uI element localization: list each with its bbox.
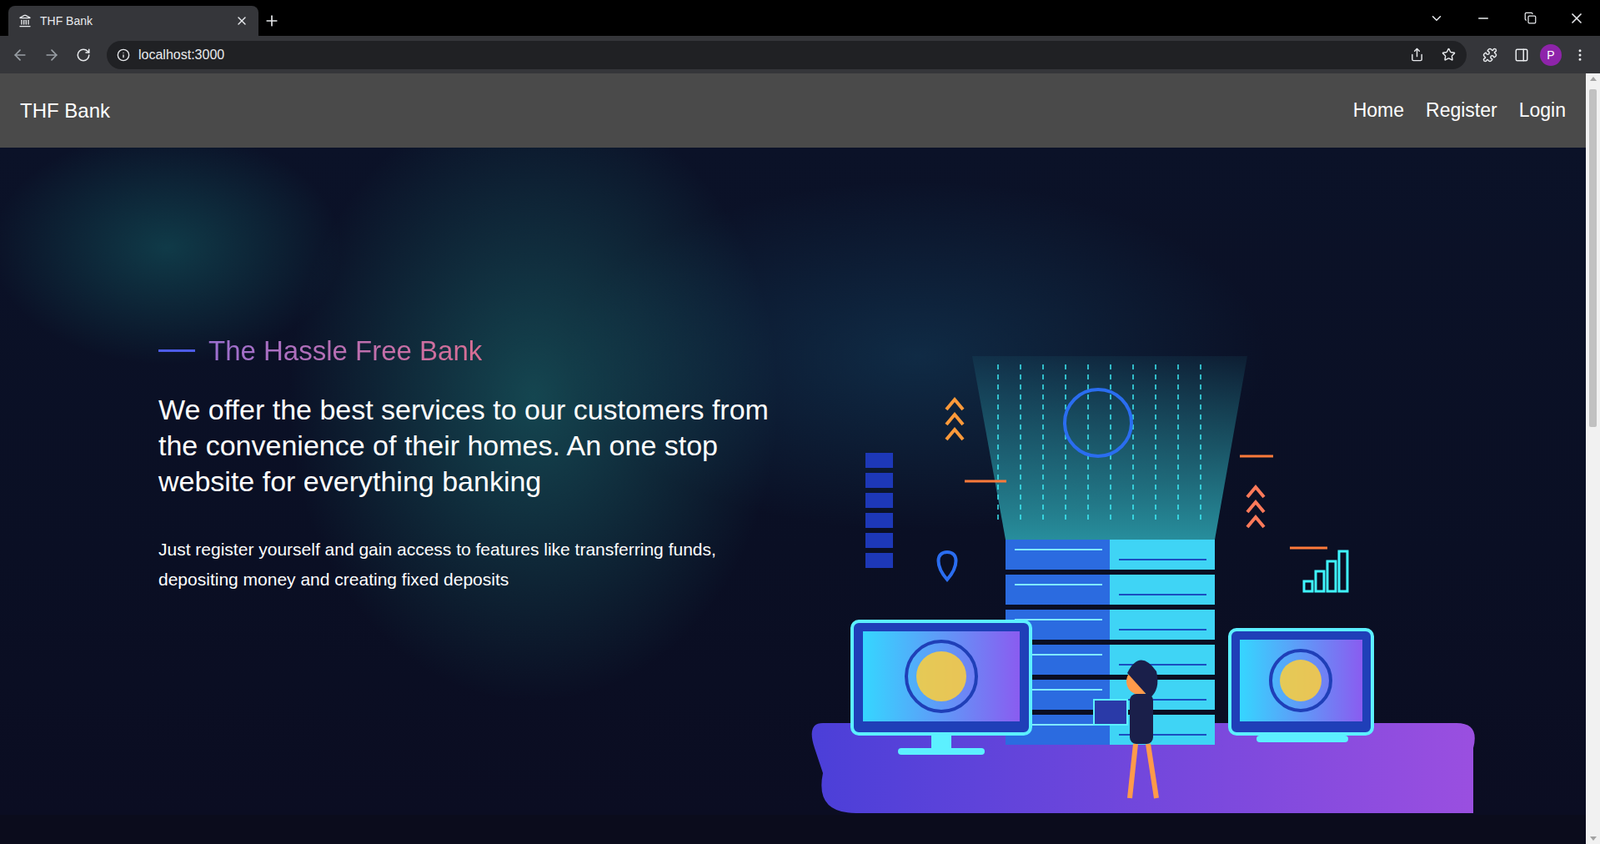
tagline-row: The Hassle Free Bank (158, 335, 784, 367)
bottom-strip (0, 814, 1586, 844)
navbar: THF Bank Home Register Login (0, 73, 1586, 148)
chevron-down-icon (1429, 10, 1445, 26)
tab-bar: THF Bank (0, 0, 1600, 36)
menu-button[interactable] (1566, 41, 1594, 69)
tagline-line (158, 349, 196, 352)
browser-window: THF Bank localhost:3000 P THF Bank Home Regis… (0, 0, 1600, 844)
forward-arrow-icon (43, 46, 61, 64)
hero-body: Just register yourself and gain access t… (158, 534, 784, 595)
bank-icon (18, 14, 32, 28)
scroll-track (1585, 84, 1600, 833)
tab-search-button[interactable] (1413, 0, 1460, 36)
scroll-down-icon[interactable] (1589, 836, 1597, 841)
brand[interactable]: THF Bank (20, 99, 111, 123)
banking-illustration (806, 356, 1480, 815)
share-icon (1409, 47, 1425, 62)
nav-links: Home Register Login (1353, 99, 1566, 122)
address-bar[interactable]: localhost:3000 (106, 40, 1467, 70)
tagline: The Hassle Free Bank (208, 335, 482, 367)
side-panel-button[interactable] (1508, 41, 1535, 69)
profile-avatar[interactable]: P (1539, 44, 1562, 66)
scrollbar[interactable] (1585, 73, 1600, 844)
scroll-thumb[interactable] (1589, 89, 1597, 427)
minimize-button[interactable] (1459, 0, 1507, 36)
window-controls (1413, 0, 1600, 36)
close-icon (1568, 10, 1585, 27)
tab-title: THF Bank (40, 14, 227, 28)
close-window-button[interactable] (1553, 0, 1600, 36)
star-icon (1441, 47, 1456, 62)
back-button[interactable] (6, 41, 34, 69)
restore-button[interactable] (1506, 0, 1554, 36)
address-row: localhost:3000 P (0, 35, 1600, 74)
hero-heading: We offer the best services to our custom… (158, 391, 784, 500)
restore-icon (1524, 11, 1537, 25)
nav-link[interactable]: Register (1425, 99, 1498, 122)
page: THF Bank Home Register Login The Hassle Free… (0, 73, 1600, 844)
share-button[interactable] (1404, 43, 1429, 67)
reload-button[interactable] (70, 41, 97, 69)
nav-link[interactable]: Home (1353, 99, 1405, 122)
page-content: THF Bank Home Register Login The Hassle Free… (0, 73, 1586, 844)
bookmark-button[interactable] (1436, 43, 1460, 67)
scroll-up-icon[interactable] (1589, 76, 1597, 81)
hero: The Hassle Free Bank We offer the best se… (0, 147, 1586, 815)
info-icon[interactable] (116, 48, 131, 62)
close-tab-icon[interactable] (235, 14, 249, 28)
browser-tab[interactable]: THF Bank (8, 5, 259, 36)
puzzle-icon (1482, 47, 1498, 63)
hero-text: The Hassle Free Bank We offer the best se… (0, 147, 801, 815)
plus-icon (263, 12, 281, 30)
url-text: localhost:3000 (138, 47, 1397, 63)
hero-art (800, 147, 1586, 815)
side-panel-icon (1514, 47, 1530, 63)
new-tab-button[interactable] (258, 5, 286, 36)
minimize-icon (1475, 10, 1491, 26)
more-icon (1572, 47, 1588, 63)
nav-link[interactable]: Login (1519, 99, 1566, 122)
forward-button[interactable] (38, 41, 66, 69)
reload-icon (75, 47, 91, 63)
extensions-button[interactable] (1476, 41, 1504, 69)
back-arrow-icon (11, 46, 29, 64)
